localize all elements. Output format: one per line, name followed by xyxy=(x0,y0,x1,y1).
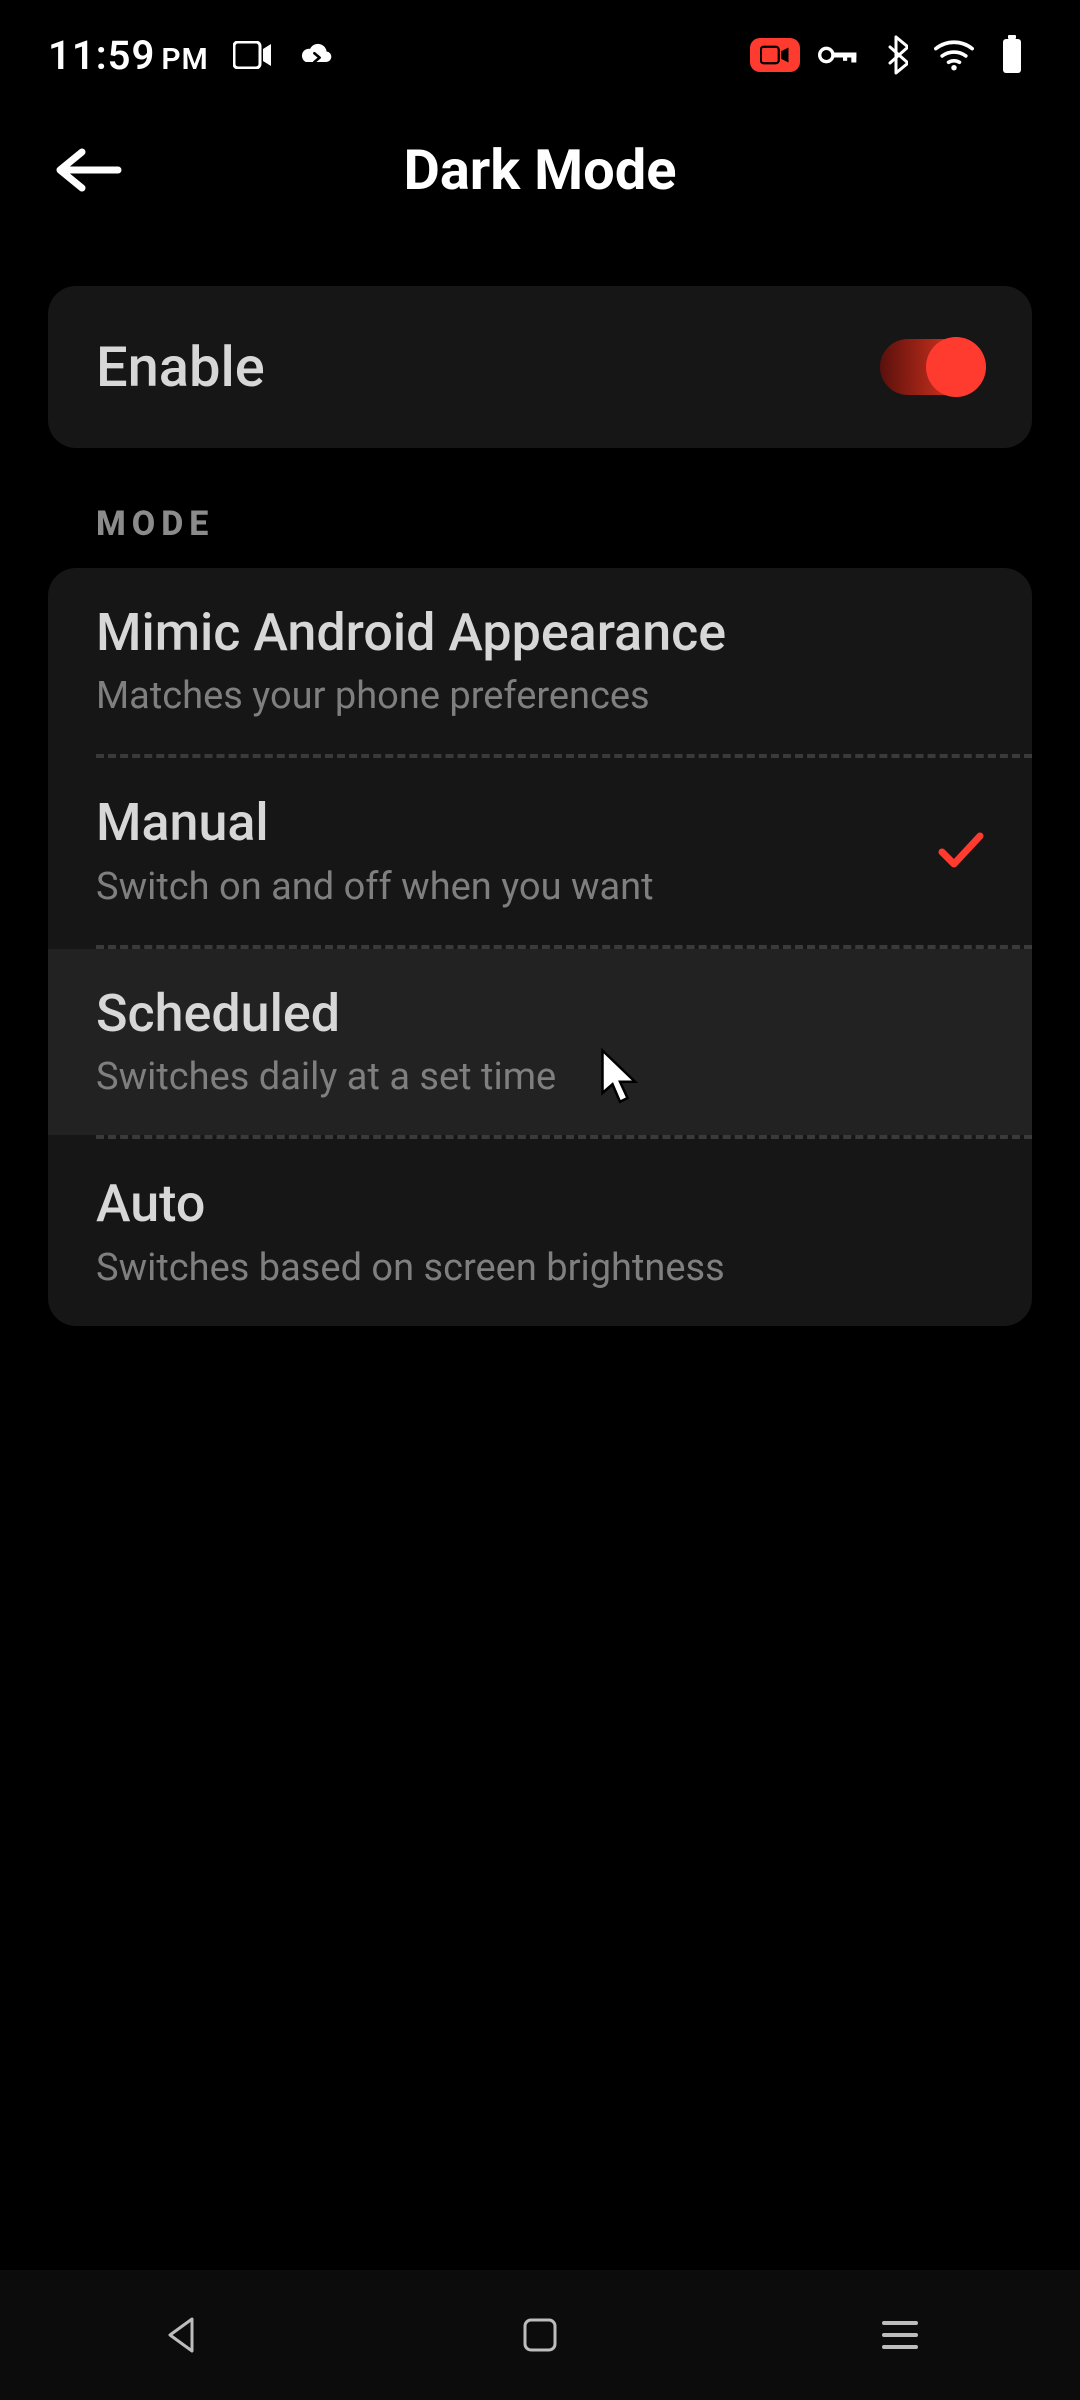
android-nav-bar xyxy=(0,2270,1080,2400)
cloud-sync-icon xyxy=(297,35,337,75)
bluetooth-icon xyxy=(876,35,916,75)
mode-option-scheduled[interactable]: Scheduled Switches daily at a set time xyxy=(48,949,1032,1135)
mode-title: Auto xyxy=(96,1173,984,1235)
mode-section-header: MODE xyxy=(96,504,1032,544)
mode-subtitle: Switch on and off when you want xyxy=(96,865,984,909)
mode-title: Mimic Android Appearance xyxy=(96,602,984,664)
mode-title: Manual xyxy=(96,792,984,854)
screen-recording-indicator-icon xyxy=(750,38,800,72)
mode-option-auto[interactable]: Auto Switches based on screen brightness xyxy=(48,1139,1032,1325)
checkmark-icon xyxy=(936,830,984,874)
header: Dark Mode xyxy=(0,110,1080,230)
status-time: 11:59PM xyxy=(48,32,209,79)
mode-option-manual[interactable]: Manual Switch on and off when you want xyxy=(48,758,1032,944)
back-button[interactable] xyxy=(48,130,128,210)
status-left: 11:59PM xyxy=(48,32,337,79)
enable-label: Enable xyxy=(96,334,265,400)
mode-subtitle: Switches daily at a set time xyxy=(96,1055,984,1099)
status-clock: 11:59 xyxy=(48,32,155,79)
screen-record-icon xyxy=(233,35,273,75)
page-title: Dark Mode xyxy=(403,137,676,203)
toggle-knob xyxy=(926,337,986,397)
mode-option-mimic[interactable]: Mimic Android Appearance Matches your ph… xyxy=(48,568,1032,754)
nav-back-button[interactable] xyxy=(80,2295,280,2375)
mode-card: Mimic Android Appearance Matches your ph… xyxy=(48,568,1032,1326)
nav-recents-button[interactable] xyxy=(800,2295,1000,2375)
vpn-key-icon xyxy=(818,35,858,75)
enable-card: Enable xyxy=(48,286,1032,448)
mode-subtitle: Switches based on screen brightness xyxy=(96,1246,984,1290)
wifi-icon xyxy=(934,35,974,75)
enable-row[interactable]: Enable xyxy=(48,286,1032,448)
mode-title: Scheduled xyxy=(96,983,984,1045)
nav-home-button[interactable] xyxy=(440,2295,640,2375)
status-bar: 11:59PM xyxy=(0,0,1080,110)
enable-toggle[interactable] xyxy=(880,339,984,395)
status-right xyxy=(750,35,1032,75)
content: Enable MODE Mimic Android Appearance Mat… xyxy=(0,230,1080,1326)
mode-subtitle: Matches your phone preferences xyxy=(96,674,984,718)
battery-icon xyxy=(992,35,1032,75)
status-ampm: PM xyxy=(161,42,209,77)
arrow-left-icon xyxy=(52,146,124,194)
